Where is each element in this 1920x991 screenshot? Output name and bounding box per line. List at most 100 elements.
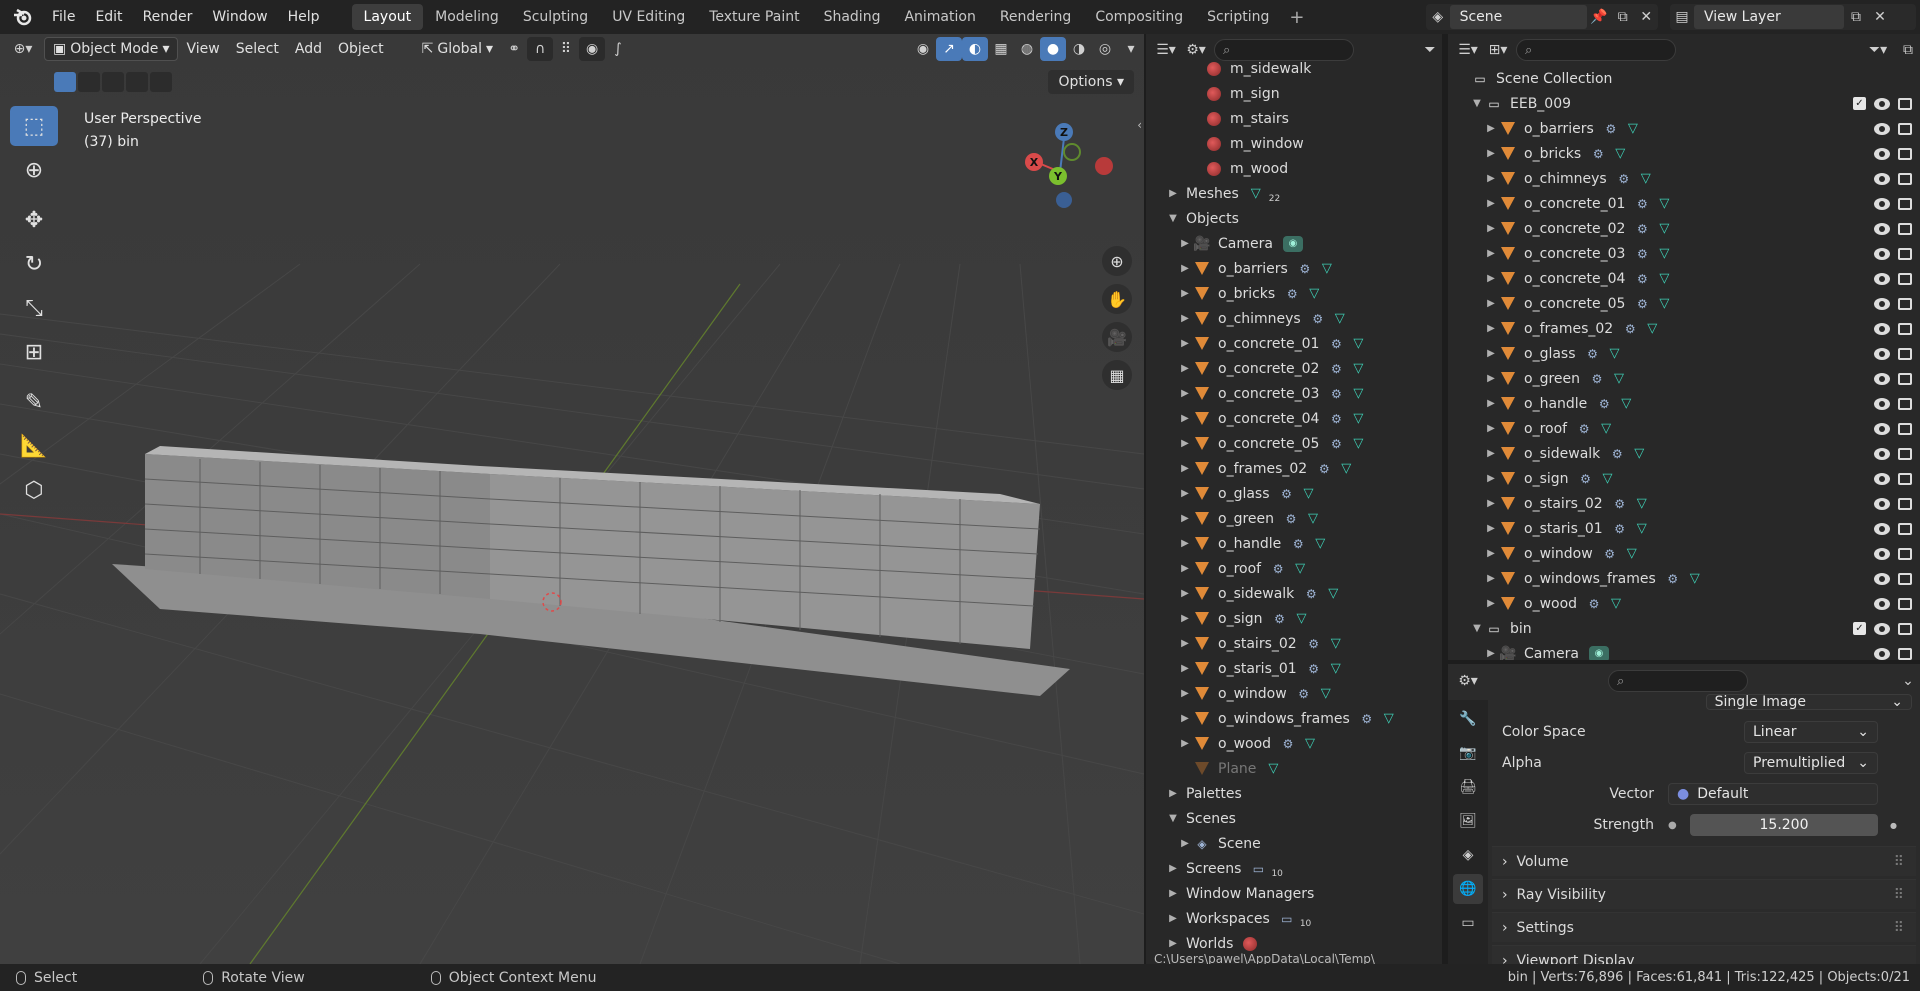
keyframe-dot-icon[interactable]: ●	[1890, 821, 1897, 830]
render-camera-icon[interactable]	[1898, 597, 1912, 610]
mesh-data-icon[interactable]: ▽	[1645, 321, 1659, 336]
tree-row[interactable]: ▶ o_handle ⚙ ▽	[1448, 391, 1920, 416]
render-tab-icon[interactable]: 📷	[1453, 738, 1483, 768]
select-menu[interactable]: Select	[228, 37, 287, 61]
expand-arrow-icon[interactable]: ▼	[1166, 813, 1180, 824]
render-camera-icon[interactable]	[1898, 547, 1912, 560]
tree-row[interactable]: m_stairs	[1146, 106, 1442, 131]
annotate-tool-icon[interactable]: ✎	[10, 382, 58, 422]
mesh-data-icon[interactable]: ▽	[1601, 471, 1615, 486]
mesh-data-icon[interactable]: ▽	[1608, 346, 1622, 361]
mesh-data-icon[interactable]: ▽	[1351, 336, 1365, 351]
mesh-data-icon[interactable]: ▽	[1320, 261, 1334, 276]
tree-row[interactable]: ▶ 🎥 Camera ◉	[1146, 231, 1442, 256]
mesh-data-icon[interactable]: ▽	[1688, 571, 1702, 586]
new-collection-icon[interactable]: ⧉	[1896, 38, 1920, 62]
modifier-icon[interactable]: ⚙	[1587, 597, 1601, 611]
select-difference-icon[interactable]	[126, 72, 148, 92]
tree-row[interactable]: m_sidewalk	[1146, 56, 1442, 81]
modifier-icon[interactable]: ⚙	[1329, 362, 1343, 376]
tree-row[interactable]: ▼ Objects	[1146, 206, 1442, 231]
render-camera-icon[interactable]	[1898, 497, 1912, 510]
tree-row[interactable]: ▶ o_concrete_04 ⚙ ▽	[1448, 266, 1920, 291]
new-view-layer-icon[interactable]: ⧉	[1844, 5, 1868, 29]
collapse-arrow-icon[interactable]: ▶	[1178, 488, 1192, 499]
eye-icon[interactable]	[1874, 572, 1890, 585]
filter-icon[interactable]: ⏷▾	[1866, 38, 1890, 62]
tree-row[interactable]: ▶ o_sign ⚙ ▽	[1448, 466, 1920, 491]
tree-row[interactable]: ▶ ◈ Scene	[1146, 831, 1442, 856]
mesh-data-icon[interactable]: ▽	[1307, 286, 1321, 301]
modifier-icon[interactable]: ⚙	[1329, 437, 1343, 451]
tree-row[interactable]: ▶ o_roof ⚙ ▽	[1146, 556, 1442, 581]
render-camera-icon[interactable]	[1898, 97, 1912, 110]
tree-row[interactable]: ▶ o_glass ⚙ ▽	[1146, 481, 1442, 506]
tree-row[interactable]: ▼ ▭ EEB_009 ✓	[1448, 91, 1920, 116]
tree-row[interactable]: ▶ o_wood ⚙ ▽	[1448, 591, 1920, 616]
render-camera-icon[interactable]	[1898, 572, 1912, 585]
tree-row[interactable]: ▶ o_concrete_01 ⚙ ▽	[1146, 331, 1442, 356]
modifier-icon[interactable]: ⚙	[1603, 547, 1617, 561]
properties-search-input[interactable]: ⌕	[1608, 670, 1748, 692]
eye-icon[interactable]	[1874, 597, 1890, 610]
panel-ray-visibility[interactable]: › Ray Visibility ⠿	[1492, 879, 1916, 909]
view-layer-icon[interactable]: ▤	[1670, 5, 1694, 29]
tree-row[interactable]: ▶ o_chimneys ⚙ ▽	[1146, 306, 1442, 331]
collapse-arrow-icon[interactable]: ▶	[1178, 338, 1192, 349]
falloff-icon[interactable]: ∫	[605, 37, 631, 61]
editor-type-icon[interactable]: ☰▾	[1456, 38, 1480, 62]
collapse-arrow-icon[interactable]: ▶	[1484, 398, 1498, 409]
modifier-icon[interactable]: ⚙	[1579, 472, 1593, 486]
collapse-arrow-icon[interactable]: ▶	[1166, 938, 1180, 949]
modifier-icon[interactable]: ⚙	[1307, 637, 1321, 651]
tree-row[interactable]: ▶ Meshes ▽ 22	[1146, 181, 1442, 206]
tree-row[interactable]: ▶ o_barriers ⚙ ▽	[1448, 116, 1920, 141]
panel-volume[interactable]: › Volume ⠿	[1492, 846, 1916, 876]
rotate-tool-icon[interactable]: ↻	[10, 244, 58, 284]
xray-icon[interactable]: ▦	[988, 37, 1014, 61]
render-camera-icon[interactable]	[1898, 447, 1912, 460]
tree-row[interactable]: ▶ o_green ⚙ ▽	[1146, 506, 1442, 531]
mesh-data-icon[interactable]: ▽	[1657, 271, 1671, 286]
modifier-icon[interactable]: ⚙	[1586, 347, 1600, 361]
collapse-arrow-icon[interactable]: ▶	[1484, 173, 1498, 184]
collapse-arrow-icon[interactable]: ▶	[1178, 463, 1192, 474]
tree-row[interactable]: ▶ 🎥 Camera ◉	[1448, 641, 1920, 660]
eye-icon[interactable]	[1874, 547, 1890, 560]
tree-row[interactable]: ▶ o_staris_01 ⚙ ▽	[1448, 516, 1920, 541]
mesh-data-icon[interactable]: ▽	[1329, 661, 1343, 676]
tree-row[interactable]: m_sign	[1146, 81, 1442, 106]
collapse-arrow-icon[interactable]: ▶	[1484, 298, 1498, 309]
sidebar-toggle-icon[interactable]: ‹	[1137, 118, 1142, 132]
tree-row[interactable]: ▶ o_bricks ⚙ ▽	[1448, 141, 1920, 166]
mesh-data-icon[interactable]: ▽	[1635, 496, 1649, 511]
tree-row[interactable]: ▶ Workspaces ▭ 10	[1146, 906, 1442, 931]
collapse-arrow-icon[interactable]: ▶	[1166, 788, 1180, 799]
camera-data-icon[interactable]: ◉	[1588, 645, 1609, 660]
collapse-arrow-icon[interactable]: ▶	[1484, 598, 1498, 609]
alpha-dropdown[interactable]: Premultiplied ⌄	[1744, 752, 1878, 774]
collapse-arrow-icon[interactable]: ▶	[1178, 713, 1192, 724]
render-camera-icon[interactable]	[1898, 397, 1912, 410]
tab-modeling[interactable]: Modeling	[423, 4, 511, 30]
mesh-data-icon[interactable]: ▽	[1635, 521, 1649, 536]
collapse-arrow-icon[interactable]: ▶	[1484, 473, 1498, 484]
tree-row[interactable]: Plane ▽	[1146, 756, 1442, 781]
select-intersect-icon[interactable]	[150, 72, 172, 92]
add-menu[interactable]: Add	[287, 37, 330, 61]
eye-icon[interactable]	[1874, 172, 1890, 185]
drag-handle-icon[interactable]: ⠿	[1894, 920, 1904, 936]
tree-row[interactable]: ▼ Scenes	[1146, 806, 1442, 831]
collapse-arrow-icon[interactable]: ▶	[1484, 548, 1498, 559]
mesh-data-icon[interactable]: ▽	[1625, 546, 1639, 561]
eye-icon[interactable]	[1874, 447, 1890, 460]
collapse-arrow-icon[interactable]: ▶	[1484, 423, 1498, 434]
tree-row[interactable]: ▶ o_windows_frames ⚙ ▽	[1448, 566, 1920, 591]
modifier-icon[interactable]: ⚙	[1597, 397, 1611, 411]
eye-icon[interactable]	[1874, 197, 1890, 210]
tree-row[interactable]: ▶ o_green ⚙ ▽	[1448, 366, 1920, 391]
mesh-data-icon[interactable]: ▽	[1613, 146, 1627, 161]
tree-row[interactable]: ▭ Scene Collection	[1448, 66, 1920, 91]
collapse-arrow-icon[interactable]: ▶	[1178, 538, 1192, 549]
scene-tab-icon[interactable]: ◈	[1453, 840, 1483, 870]
